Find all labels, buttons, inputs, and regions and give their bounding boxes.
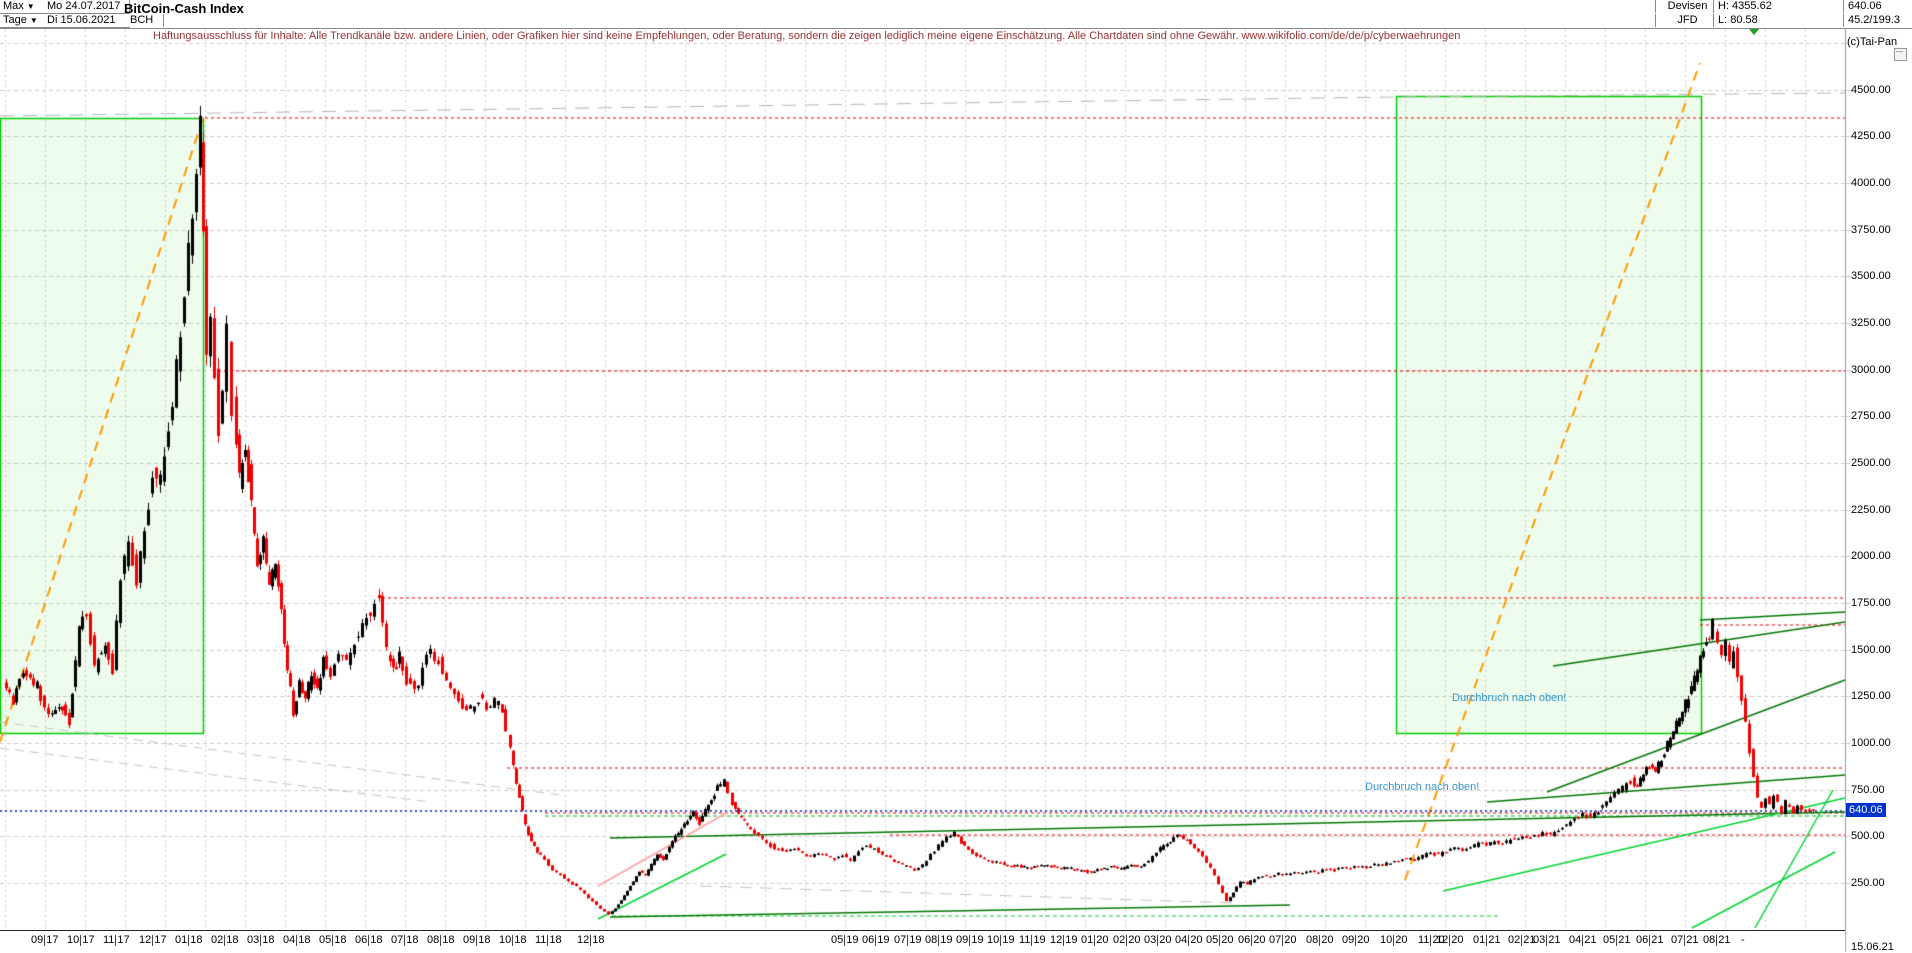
low-value: L: 80.58 xyxy=(1718,14,1758,26)
x-axis-label: 04 21 xyxy=(1569,934,1597,946)
x-axis-label: 05 18 xyxy=(319,934,347,946)
x-axis-label: 10 19 xyxy=(987,934,1015,946)
current-price-tag: 640.06 xyxy=(1846,803,1886,817)
x-axis-label: 04 20 xyxy=(1175,934,1203,946)
x-axis-label: 04 18 xyxy=(283,934,311,946)
last-price: 640.06 xyxy=(1848,0,1882,12)
axis-date-label: 15.06.21 xyxy=(1851,941,1894,953)
x-axis-label: 07 20 xyxy=(1269,934,1297,946)
x-axis-label: 06 20 xyxy=(1238,934,1266,946)
end-date: Di 15.06.2021 xyxy=(47,14,116,26)
breakout-annotation: Durchbruch nach oben! xyxy=(1452,692,1567,704)
x-axis-label: 07 18 xyxy=(391,934,419,946)
last-price-cell: 640.06 xyxy=(1843,0,1912,13)
x-axis-label: 10 17 xyxy=(67,934,95,946)
range-dropdown[interactable]: Max ▼ xyxy=(0,0,47,14)
breakout-annotation: Durchbruch nach oben! xyxy=(1365,781,1480,793)
x-axis-label: 01 18 xyxy=(175,934,203,946)
x-axis-label: 08 18 xyxy=(427,934,455,946)
x-axis-label: 02 20 xyxy=(1113,934,1141,946)
x-axis-label: 08 21 xyxy=(1703,934,1731,946)
y-axis-label: 500.00 xyxy=(1851,830,1885,843)
page-title: BitCoin-Cash Index xyxy=(124,1,244,16)
x-axis-label: 03 21 xyxy=(1533,934,1561,946)
x-axis-label: 11 17 xyxy=(103,934,130,946)
provider-cell: JFD xyxy=(1655,14,1719,27)
x-axis-label: 11 18 xyxy=(535,934,562,946)
range-label: Max xyxy=(3,0,24,12)
x-axis-label: 12 18 xyxy=(577,934,605,946)
y-axis-label: 2250.00 xyxy=(1851,503,1891,516)
high-cell: H: 4355.62 xyxy=(1713,0,1848,13)
expand-icon[interactable] xyxy=(1894,48,1907,61)
x-axis-label: 03 18 xyxy=(247,934,275,946)
x-axis-label: 06 19 xyxy=(862,934,890,946)
x-axis-label: 12 17 xyxy=(139,934,167,946)
x-axis-label: 05 20 xyxy=(1206,934,1234,946)
x-axis-label: 02 21 xyxy=(1508,934,1536,946)
start-date-cell[interactable]: Mo 24.07.2017 xyxy=(44,0,130,14)
change-cell: 45.2/199.3 xyxy=(1843,14,1912,27)
y-axis-label: 4250.00 xyxy=(1851,130,1891,143)
category-cell: Devisen xyxy=(1655,0,1719,13)
x-axis-dash-label: - xyxy=(1741,934,1745,946)
copyright-label: (c)Tai-Pan xyxy=(1847,36,1898,48)
y-axis-label: 4500.00 xyxy=(1851,83,1891,96)
y-axis-label: 1000.00 xyxy=(1851,736,1891,749)
x-axis-label: 09 19 xyxy=(956,934,984,946)
x-axis-label: 10 18 xyxy=(499,934,527,946)
price-chart-canvas[interactable] xyxy=(0,0,1912,952)
y-axis-label: 1250.00 xyxy=(1851,690,1891,703)
x-axis-label: 05 21 xyxy=(1603,934,1631,946)
y-axis-label: 3500.00 xyxy=(1851,270,1891,283)
y-axis-label: 2750.00 xyxy=(1851,410,1891,423)
chevron-down-icon: ▼ xyxy=(26,2,35,11)
chevron-down-icon: ▼ xyxy=(29,16,38,25)
y-axis-label: 3000.00 xyxy=(1851,363,1891,376)
y-axis-label: 1750.00 xyxy=(1851,596,1891,609)
low-cell: L: 80.58 xyxy=(1713,14,1848,27)
y-axis-label: 250.00 xyxy=(1851,876,1885,889)
y-axis-label: 3250.00 xyxy=(1851,317,1891,330)
disclaimer-text: Haftungsausschluss für Inhalte: Alle Tre… xyxy=(153,30,1461,42)
provider-label: JFD xyxy=(1677,14,1698,26)
x-axis-label: 07 21 xyxy=(1671,934,1699,946)
header-bar: Max ▼ Mo 24.07.2017 Tage ▼ Di 15.06.2021… xyxy=(0,0,1912,29)
y-axis-label: 750.00 xyxy=(1851,783,1885,796)
y-axis-label: 2000.00 xyxy=(1851,550,1891,563)
x-axis-label: 07 19 xyxy=(894,934,922,946)
x-axis-label: 05 19 xyxy=(831,934,859,946)
x-axis-label: 12 20 xyxy=(1436,934,1464,946)
y-axis-label: 3750.00 xyxy=(1851,223,1891,236)
x-axis-label: 12 19 xyxy=(1050,934,1078,946)
x-axis-label: 10 20 xyxy=(1380,934,1408,946)
y-axis-label: 4000.00 xyxy=(1851,177,1891,190)
x-axis-label: 08 19 xyxy=(925,934,953,946)
x-axis-label: 03 20 xyxy=(1144,934,1172,946)
x-axis-label: 06 18 xyxy=(355,934,383,946)
x-axis-label: 09 18 xyxy=(463,934,491,946)
high-value: H: 4355.62 xyxy=(1718,0,1772,12)
y-axis-label: 1500.00 xyxy=(1851,643,1891,656)
x-axis-label: 09 17 xyxy=(31,934,59,946)
period-label: Tage xyxy=(3,14,27,26)
x-axis-label: 01 21 xyxy=(1473,934,1501,946)
change-value: 45.2/199.3 xyxy=(1848,14,1900,26)
end-date-cell[interactable]: Di 15.06.2021 xyxy=(44,14,130,28)
x-axis-label: 06 21 xyxy=(1636,934,1664,946)
category-label: Devisen xyxy=(1667,0,1708,12)
x-axis-label: 09 20 xyxy=(1342,934,1370,946)
x-axis-label: 11 19 xyxy=(1019,934,1046,946)
x-axis-label: 08 20 xyxy=(1306,934,1334,946)
x-axis-label: 01 20 xyxy=(1081,934,1109,946)
x-axis-label: 02 18 xyxy=(211,934,239,946)
marker-triangle-icon xyxy=(1749,29,1759,35)
period-dropdown[interactable]: Tage ▼ xyxy=(0,14,47,28)
y-axis-label: 2500.00 xyxy=(1851,457,1891,470)
start-date: Mo 24.07.2017 xyxy=(47,0,121,12)
